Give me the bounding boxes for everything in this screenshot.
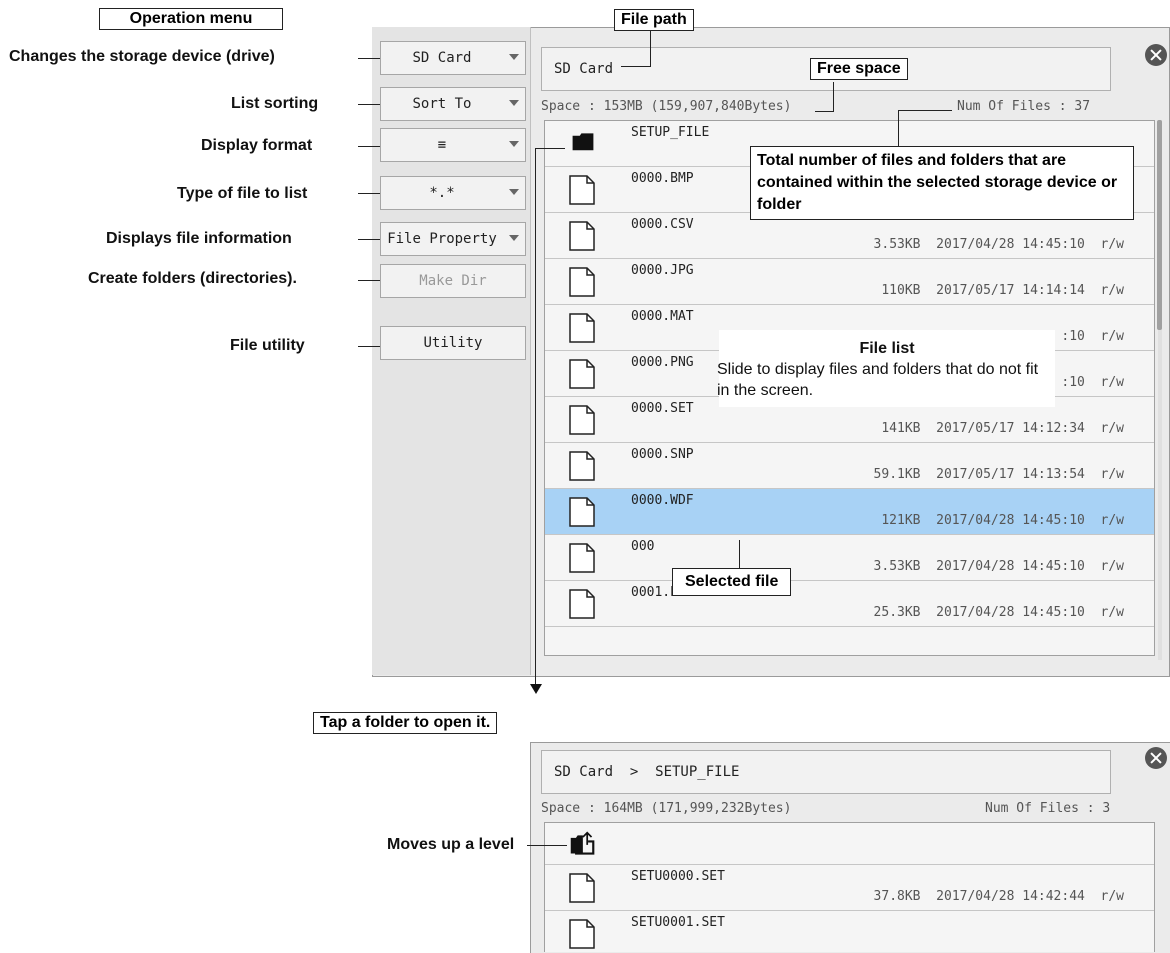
file-list[interactable]: SETU0000.SET 37.8KB 2017/04/28 14:42:44 … (544, 822, 1155, 952)
file-list-title: File list (859, 340, 915, 357)
leader-line (527, 845, 567, 846)
leader-line (621, 66, 651, 67)
callout-make-dir: Create folders (directories). (88, 270, 297, 287)
file-path-text: SD Card (554, 61, 614, 77)
selected-file-label: Selected file (672, 568, 792, 596)
callout-file-type: Type of file to list (177, 185, 308, 202)
leader-line (358, 104, 380, 105)
leader-line (898, 110, 952, 111)
leader-line (535, 148, 536, 686)
leader-line (535, 148, 565, 149)
list-item[interactable]: SETU0000.SET 37.8KB 2017/04/28 14:42:44 … (545, 865, 1154, 911)
scrollbar-thumb[interactable] (1157, 120, 1162, 330)
file-path-box: SD Card > SETUP_FILE (541, 750, 1111, 794)
chevron-down-icon (509, 100, 519, 106)
list-item[interactable]: SETU0001.SET (545, 911, 1154, 952)
leader-line (358, 346, 380, 347)
leader-line (739, 540, 740, 570)
list-item[interactable]: 0001.PNG 25.3KB 2017/04/28 14:45:10 r/w (545, 581, 1154, 627)
file-type-button[interactable]: *.* (380, 176, 526, 210)
folder-icon (572, 133, 594, 151)
chevron-down-icon (509, 54, 519, 60)
file-icon (569, 405, 595, 435)
file-list-annotation: File list Slide to display files and fol… (717, 330, 1055, 407)
list-item[interactable]: 0000.SNP 59.1KB 2017/05/17 14:13:54 r/w (545, 443, 1154, 489)
file-list-desc: Slide to display files and folders that … (717, 361, 1039, 399)
callout-drive: Changes the storage device (drive) (9, 48, 275, 65)
file-icon (569, 873, 595, 903)
close-icon[interactable] (1145, 747, 1167, 769)
file-icon (569, 175, 595, 205)
arrow-down-icon (530, 684, 542, 694)
file-icon (569, 919, 595, 949)
callout-utility: File utility (230, 337, 305, 354)
callout-file-info: Displays file information (106, 230, 292, 247)
sort-button[interactable]: Sort To (380, 87, 526, 121)
total-files-label: Total number of files and folders that a… (750, 146, 1134, 220)
file-icon (569, 543, 595, 573)
file-icon (569, 267, 595, 297)
folder-up-icon (570, 831, 595, 855)
leader-line (358, 280, 380, 281)
file-icon (569, 359, 595, 389)
leader-line (358, 58, 380, 59)
make-dir-button[interactable]: Make Dir (380, 264, 526, 298)
chevron-down-icon (509, 141, 519, 147)
list-item-selected[interactable]: 0000.WDF 121KB 2017/04/28 14:45:10 r/w (545, 489, 1154, 535)
free-space-text: Space : 153MB (159,907,840Bytes) (541, 99, 792, 114)
leader-line (358, 239, 380, 240)
tap-folder-label: Tap a folder to open it. (313, 712, 498, 734)
file-icon (569, 451, 595, 481)
leader-line (358, 146, 380, 147)
list-item-up[interactable] (545, 823, 1154, 865)
leader-line (650, 30, 651, 66)
chevron-down-icon (509, 189, 519, 195)
leader-line (833, 82, 834, 112)
num-files-text: Num Of Files : 37 (957, 99, 1091, 114)
callout-sort: List sorting (231, 95, 319, 112)
leader-line (358, 193, 380, 194)
chevron-down-icon (509, 235, 519, 241)
file-property-button[interactable]: File Property (380, 222, 526, 256)
leader-line (898, 110, 899, 146)
callout-display-format: Display format (201, 137, 313, 154)
free-space-label: Free space (810, 58, 908, 80)
file-icon (569, 221, 595, 251)
utility-button[interactable]: Utility (380, 326, 526, 360)
file-path-label: File path (614, 9, 694, 31)
leader-line (815, 111, 834, 112)
operation-menu-label: Operation menu (99, 8, 283, 30)
display-format-button[interactable]: ≡ (380, 128, 526, 162)
file-icon (569, 497, 595, 527)
file-icon (569, 589, 595, 619)
callout-up-level: Moves up a level (387, 836, 515, 853)
drive-select-button[interactable]: SD Card (380, 41, 526, 75)
close-icon[interactable] (1145, 44, 1167, 66)
free-space-text: Space : 164MB (171,999,232Bytes) (541, 801, 792, 816)
list-item[interactable]: 0000.JPG 110KB 2017/05/17 14:14:14 r/w (545, 259, 1154, 305)
num-files-text: Num Of Files : 3 (985, 801, 1111, 816)
list-item[interactable]: 000 3.53KB 2017/04/28 14:45:10 r/w (545, 535, 1154, 581)
file-path-text: SD Card > SETUP_FILE (554, 764, 740, 780)
file-icon (569, 313, 595, 343)
